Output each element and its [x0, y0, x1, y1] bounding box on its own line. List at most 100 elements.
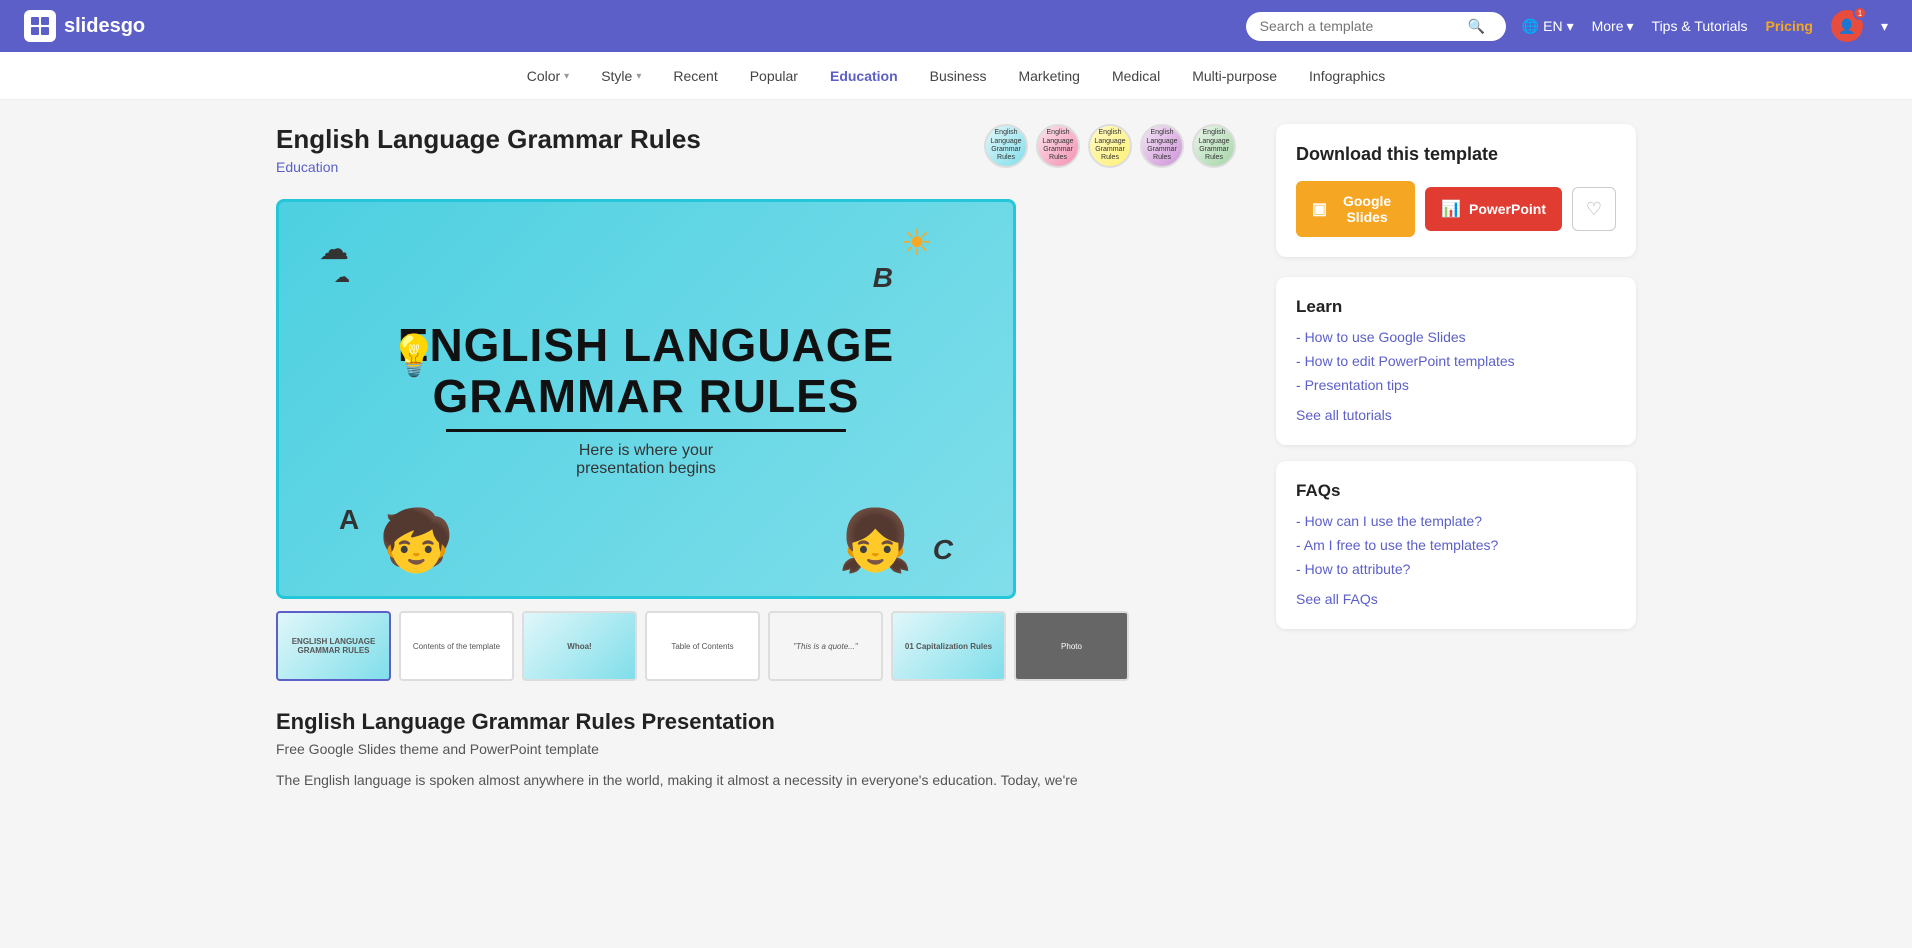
- sun-icon: ☀: [901, 222, 933, 264]
- cloud-icon-1: ☁: [319, 232, 349, 267]
- learn-title: Learn: [1296, 297, 1616, 317]
- cat-popular-label: Popular: [750, 68, 798, 84]
- cat-color-label: Color: [527, 68, 560, 84]
- letter-c-deco: C: [933, 534, 953, 566]
- globe-icon: 🌐: [1522, 18, 1539, 35]
- faq-link-3[interactable]: How to attribute?: [1296, 561, 1616, 577]
- download-title: Download this template: [1296, 144, 1616, 165]
- faq-link-2[interactable]: Am I free to use the templates?: [1296, 537, 1616, 553]
- learn-link-1[interactable]: How to use Google Slides: [1296, 329, 1616, 345]
- faq-title: FAQs: [1296, 481, 1616, 501]
- cat-style[interactable]: Style ▾: [585, 52, 657, 100]
- google-slides-icon: ▣: [1312, 199, 1327, 219]
- variant-4[interactable]: English Language Grammar Rules: [1140, 124, 1184, 168]
- template-title: English Language Grammar Rules: [276, 124, 701, 155]
- notification-badge: 1: [1853, 6, 1867, 20]
- thumb-5[interactable]: "This is a quote...": [768, 611, 883, 681]
- variant-2[interactable]: English Language Grammar Rules: [1036, 124, 1080, 168]
- lang-label: EN: [1543, 18, 1562, 34]
- thumb-4[interactable]: Table of Contents: [645, 611, 760, 681]
- description-title: English Language Grammar Rules Presentat…: [276, 709, 1236, 735]
- variant-1[interactable]: English Language Grammar Rules: [984, 124, 1028, 168]
- cat-medical[interactable]: Medical: [1096, 52, 1176, 100]
- template-category-link[interactable]: Education: [276, 159, 701, 175]
- logo-text: slidesgo: [64, 15, 145, 38]
- cloud-icon-2: ☁: [334, 267, 350, 287]
- cat-infographics-label: Infographics: [1309, 68, 1385, 84]
- cat-education-label: Education: [830, 68, 898, 84]
- cat-marketing[interactable]: Marketing: [1002, 52, 1095, 100]
- preview-subtitle: Here is where yourpresentation begins: [398, 442, 894, 478]
- user-avatar[interactable]: 👤 1: [1831, 10, 1863, 42]
- powerpoint-label: PowerPoint: [1469, 201, 1546, 217]
- chevron-down-icon-color: ▾: [564, 71, 569, 82]
- cat-marketing-label: Marketing: [1018, 68, 1079, 84]
- download-section: Download this template ▣ Google Slides 📊…: [1276, 124, 1636, 257]
- thumb-7[interactable]: Photo: [1014, 611, 1129, 681]
- thumb-3[interactable]: Whoa!: [522, 611, 637, 681]
- cat-recent[interactable]: Recent: [657, 52, 733, 100]
- cat-color[interactable]: Color ▾: [511, 52, 586, 100]
- thumb-2[interactable]: Contents of the template: [399, 611, 514, 681]
- cat-education[interactable]: Education: [814, 52, 914, 100]
- cat-recent-label: Recent: [673, 68, 717, 84]
- cat-multipurpose-label: Multi-purpose: [1192, 68, 1277, 84]
- heart-icon: ♡: [1586, 199, 1602, 220]
- logo[interactable]: slidesgo: [24, 10, 145, 42]
- faq-section: FAQs How can I use the template? Am I fr…: [1276, 461, 1636, 629]
- category-navigation: Color ▾ Style ▾ Recent Popular Education…: [0, 52, 1912, 100]
- learn-link-3[interactable]: Presentation tips: [1296, 377, 1616, 393]
- search-input[interactable]: [1260, 18, 1460, 34]
- main-content: English Language Grammar Rules Education…: [236, 100, 1676, 815]
- favorite-button[interactable]: ♡: [1572, 187, 1616, 231]
- see-all-faqs-link[interactable]: See all FAQs: [1296, 591, 1378, 607]
- powerpoint-button[interactable]: 📊 PowerPoint: [1425, 187, 1562, 231]
- cat-popular[interactable]: Popular: [734, 52, 814, 100]
- cat-multipurpose[interactable]: Multi-purpose: [1176, 52, 1293, 100]
- more-menu[interactable]: More ▾: [1592, 18, 1634, 35]
- nav-right: 🌐 EN ▾ More ▾ Tips & Tutorials Pricing 👤…: [1522, 10, 1888, 42]
- chevron-down-icon-style: ▾: [636, 71, 641, 82]
- google-slides-label: Google Slides: [1335, 193, 1399, 225]
- chevron-down-icon-avatar[interactable]: ▾: [1881, 18, 1888, 35]
- chevron-down-icon-more: ▾: [1627, 18, 1634, 35]
- variant-3[interactable]: English Language Grammar Rules: [1088, 124, 1132, 168]
- variant-5[interactable]: English Language Grammar Rules: [1192, 124, 1236, 168]
- download-buttons: ▣ Google Slides 📊 PowerPoint ♡: [1296, 181, 1616, 237]
- cat-business[interactable]: Business: [914, 52, 1003, 100]
- learn-section: Learn How to use Google Slides How to ed…: [1276, 277, 1636, 445]
- top-navigation: slidesgo 🔍 🌐 EN ▾ More ▾ Tips & Tutorial…: [0, 0, 1912, 52]
- preview-content: English Language Grammar Rules Here is w…: [378, 300, 914, 498]
- powerpoint-icon: 📊: [1441, 199, 1461, 219]
- thumb-6[interactable]: 01 Capitalization Rules: [891, 611, 1006, 681]
- search-icon: 🔍: [1468, 18, 1485, 35]
- learn-link-2[interactable]: How to edit PowerPoint templates: [1296, 353, 1616, 369]
- pricing-link[interactable]: Pricing: [1766, 18, 1813, 34]
- template-title-group: English Language Grammar Rules Education: [276, 124, 701, 191]
- letter-b-deco: B: [873, 262, 893, 294]
- cat-medical-label: Medical: [1112, 68, 1160, 84]
- chevron-down-icon: ▾: [1567, 18, 1574, 35]
- right-column: Download this template ▣ Google Slides 📊…: [1276, 124, 1636, 791]
- search-bar: 🔍: [1246, 12, 1506, 41]
- google-slides-button[interactable]: ▣ Google Slides: [1296, 181, 1415, 237]
- description-text: The English language is spoken almost an…: [276, 769, 1236, 791]
- language-selector[interactable]: 🌐 EN ▾: [1522, 18, 1574, 35]
- template-preview[interactable]: ☁ ☁ ☀ A B C 💡 🧒 👧 English Language Gramm…: [276, 199, 1016, 599]
- cat-infographics[interactable]: Infographics: [1293, 52, 1401, 100]
- kid-left-icon: 🧒: [379, 505, 454, 576]
- kid-right-icon: 👧: [838, 505, 913, 576]
- more-label: More: [1592, 18, 1624, 34]
- thumb-1[interactable]: ENGLISH LANGUAGE GRAMMAR RULES: [276, 611, 391, 681]
- bulb-icon: 💡: [389, 332, 439, 379]
- letter-a-deco: A: [339, 504, 359, 536]
- tips-tutorials-link[interactable]: Tips & Tutorials: [1652, 18, 1748, 34]
- logo-icon: [24, 10, 56, 42]
- faq-link-1[interactable]: How can I use the template?: [1296, 513, 1616, 529]
- left-column: English Language Grammar Rules Education…: [276, 124, 1236, 791]
- cat-business-label: Business: [930, 68, 987, 84]
- preview-title-line2: Grammar Rules: [433, 370, 860, 422]
- preview-underline: [446, 429, 846, 432]
- see-all-tutorials-link[interactable]: See all tutorials: [1296, 407, 1392, 423]
- description-subtitle: Free Google Slides theme and PowerPoint …: [276, 741, 1236, 757]
